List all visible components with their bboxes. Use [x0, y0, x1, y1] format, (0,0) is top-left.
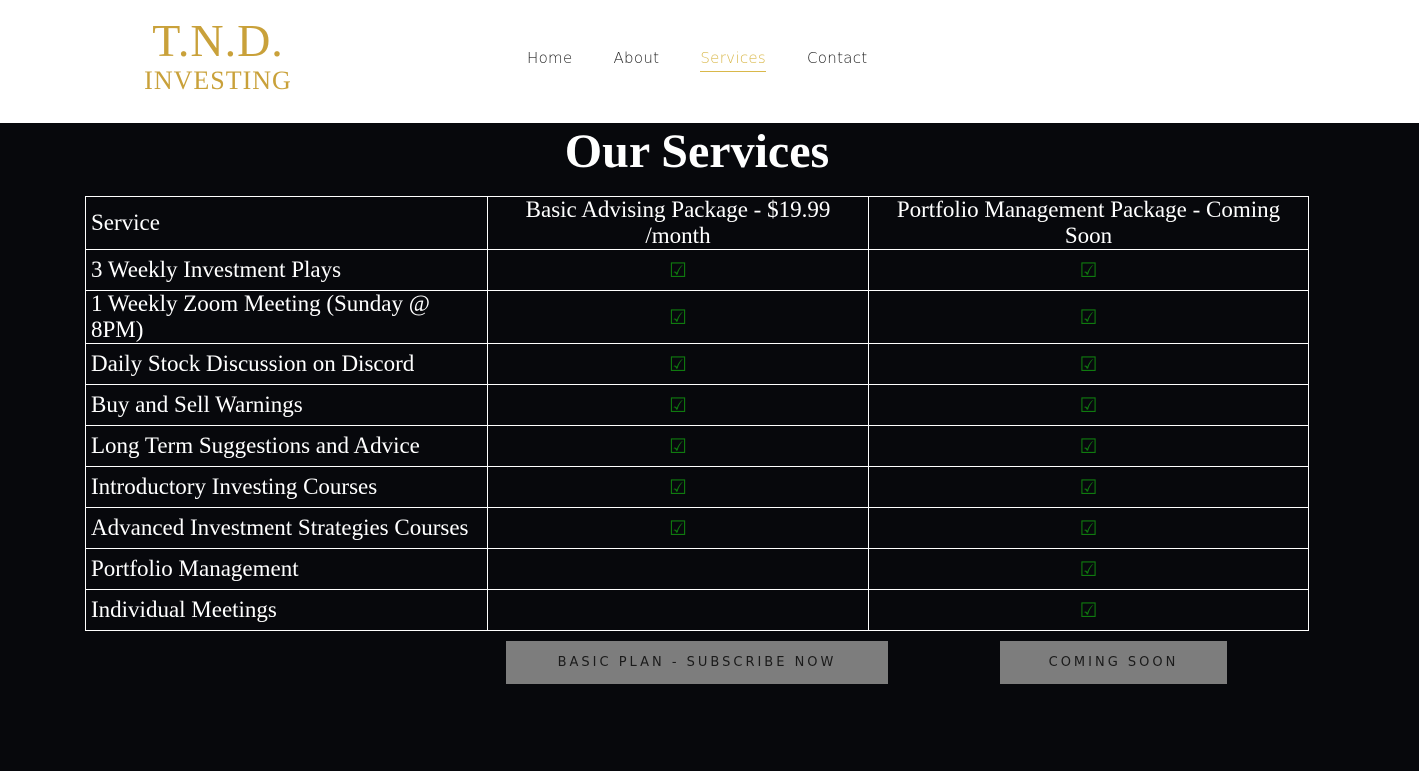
basic-check-cell — [487, 589, 869, 631]
coming-soon-button[interactable]: COMING SOON — [1000, 641, 1227, 684]
basic-check-cell: ☑ — [487, 249, 869, 291]
basic-check-cell: ☑ — [487, 290, 869, 344]
basic-check-cell: ☑ — [487, 343, 869, 385]
table-row: 3 Weekly Investment Plays ☑ ☑ — [85, 249, 1309, 291]
nav-home[interactable]: Home — [527, 49, 573, 72]
service-name-cell: 3 Weekly Investment Plays — [85, 249, 488, 291]
portfolio-check-cell: ☑ — [868, 425, 1309, 467]
site-header: T.N.D. INVESTING Home About Services Con… — [0, 0, 1419, 123]
basic-check-cell: ☑ — [487, 507, 869, 549]
service-name-cell: Individual Meetings — [85, 589, 488, 631]
subscribe-basic-button[interactable]: BASIC PLAN - SUBSCRIBE NOW — [506, 641, 888, 684]
portfolio-check-cell: ☑ — [868, 507, 1309, 549]
logo[interactable]: T.N.D. INVESTING — [138, 18, 298, 94]
services-table: Service Basic Advising Package - $19.99 … — [85, 196, 1309, 631]
portfolio-check-cell: ☑ — [868, 589, 1309, 631]
portfolio-check-cell: ☑ — [868, 548, 1309, 590]
portfolio-check-cell: ☑ — [868, 343, 1309, 385]
nav-services[interactable]: Services — [700, 49, 767, 72]
table-row: Buy and Sell Warnings ☑ ☑ — [85, 384, 1309, 426]
nav-contact[interactable]: Contact — [807, 49, 867, 72]
portfolio-check-cell: ☑ — [868, 249, 1309, 291]
service-name-cell: Buy and Sell Warnings — [85, 384, 488, 426]
table-header-row: Service Basic Advising Package - $19.99 … — [85, 196, 1309, 250]
service-name-cell: Daily Stock Discussion on Discord — [85, 343, 488, 385]
basic-check-cell: ☑ — [487, 384, 869, 426]
nav-about[interactable]: About — [614, 49, 660, 72]
header-portfolio: Portfolio Management Package - Coming So… — [868, 196, 1309, 250]
table-body: 3 Weekly Investment Plays ☑ ☑ 1 Weekly Zoom… — [85, 249, 1309, 631]
portfolio-check-cell: ☑ — [868, 466, 1309, 508]
logo-line-2: INVESTING — [144, 66, 292, 95]
service-name-cell: Long Term Suggestions and Advice — [85, 425, 488, 467]
table-row: 1 Weekly Zoom Meeting (Sunday @ 8PM) ☑ ☑ — [85, 290, 1309, 344]
table-row: Advanced Investment Strategies Courses ☑ ☑ — [85, 507, 1309, 549]
header-basic: Basic Advising Package - $19.99 /month — [487, 196, 869, 250]
table-row: Daily Stock Discussion on Discord ☑ ☑ — [85, 343, 1309, 385]
basic-check-cell — [487, 548, 869, 590]
page-title: Our Services — [564, 125, 830, 178]
table-row: Long Term Suggestions and Advice ☑ ☑ — [85, 425, 1309, 467]
service-name-cell: Advanced Investment Strategies Courses — [85, 507, 488, 549]
portfolio-check-cell: ☑ — [868, 384, 1309, 426]
table-row: Individual Meetings ☑ — [85, 589, 1309, 631]
service-name-cell: 1 Weekly Zoom Meeting (Sunday @ 8PM) — [85, 290, 488, 344]
basic-check-cell: ☑ — [487, 466, 869, 508]
basic-check-cell: ☑ — [487, 425, 869, 467]
portfolio-check-cell: ☑ — [868, 290, 1309, 344]
service-name-cell: Portfolio Management — [85, 548, 488, 590]
service-name-cell: Introductory Investing Courses — [85, 466, 488, 508]
logo-line-1: T.N.D. — [152, 15, 284, 66]
header-service: Service — [85, 196, 488, 250]
main-nav: Home About Services Contact — [527, 49, 867, 72]
table-row: Portfolio Management ☑ — [85, 548, 1309, 590]
table-row: Introductory Investing Courses ☑ ☑ — [85, 466, 1309, 508]
